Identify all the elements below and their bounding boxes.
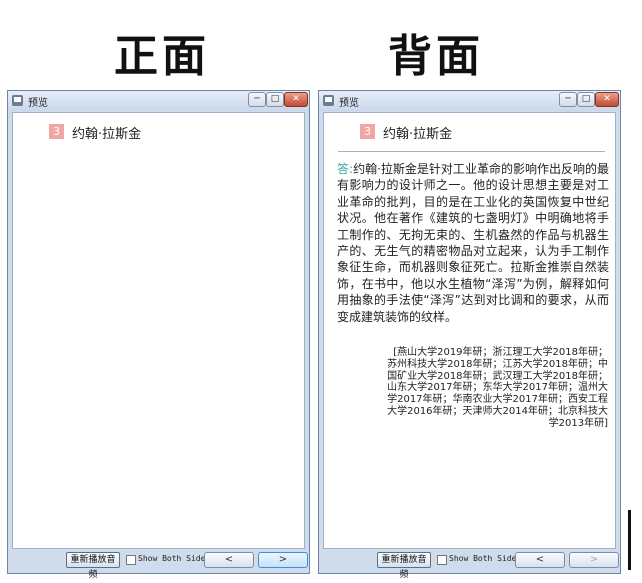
app-icon xyxy=(12,95,23,106)
bottom-bar: 重新播放音频 Show Both Sides < > xyxy=(319,549,620,580)
title-bar: 预览 ─ □ ✕ xyxy=(8,91,309,111)
restore-button[interactable]: □ xyxy=(577,92,595,107)
next-button[interactable]: > xyxy=(569,552,619,568)
show-both-sides-label: Show Both Sides xyxy=(138,554,211,563)
next-button[interactable]: > xyxy=(258,552,308,568)
divider xyxy=(338,151,605,152)
restore-button[interactable]: □ xyxy=(266,92,284,107)
card-content: 3 约翰·拉斯金 xyxy=(12,112,305,549)
edge-strip xyxy=(628,510,631,570)
preview-window-front: 预览 ─ □ ✕ 3 约翰·拉斯金 重新播放音频 Show Both Sides… xyxy=(7,90,310,580)
show-both-sides-checkbox[interactable] xyxy=(437,555,447,565)
answer-text: 答:约翰·拉斯金是针对工业革命的影响作出反响的最有影响力的设计师之一。他的设计思… xyxy=(337,161,609,325)
card-content: 3 约翰·拉斯金 答:约翰·拉斯金是针对工业革命的影响作出反响的最有影响力的设计… xyxy=(323,112,616,549)
card-number-badge: 3 xyxy=(360,124,375,139)
window-title: 预览 xyxy=(28,98,48,109)
answer-body: 约翰·拉斯金是针对工业革命的影响作出反响的最有影响力的设计师之一。他的设计思想主… xyxy=(337,162,609,324)
prev-button[interactable]: < xyxy=(515,552,565,568)
show-both-sides-checkbox[interactable] xyxy=(126,555,136,565)
close-button[interactable]: ✕ xyxy=(284,92,308,107)
card-term: 约翰·拉斯金 xyxy=(72,127,142,142)
app-icon xyxy=(323,95,334,106)
card-term: 约翰·拉斯金 xyxy=(383,127,453,142)
prev-button[interactable]: < xyxy=(204,552,254,568)
minimize-button[interactable]: ─ xyxy=(559,92,577,107)
replay-audio-button[interactable]: 重新播放音频 xyxy=(66,552,120,580)
minimize-button[interactable]: ─ xyxy=(248,92,266,107)
title-bar: 预览 ─ □ ✕ xyxy=(319,91,620,111)
front-heading: 正面 xyxy=(114,31,210,82)
replay-audio-button[interactable]: 重新播放音频 xyxy=(377,552,431,580)
show-both-sides-label: Show Both Sides xyxy=(449,554,522,563)
window-title: 预览 xyxy=(339,98,359,109)
preview-window-back: 预览 ─ □ ✕ 3 约翰·拉斯金 答:约翰·拉斯金是针对工业革命的影响作出反响… xyxy=(318,90,621,580)
close-button[interactable]: ✕ xyxy=(595,92,619,107)
bottom-bar: 重新播放音频 Show Both Sides < > xyxy=(8,549,309,580)
card-number-badge: 3 xyxy=(49,124,64,139)
answer-label: 答: xyxy=(337,162,354,176)
back-heading: 背面 xyxy=(388,31,484,82)
sources-text: [燕山大学2019年研；浙江理工大学2018年研；苏州科技大学2018年研；江苏… xyxy=(387,347,608,429)
